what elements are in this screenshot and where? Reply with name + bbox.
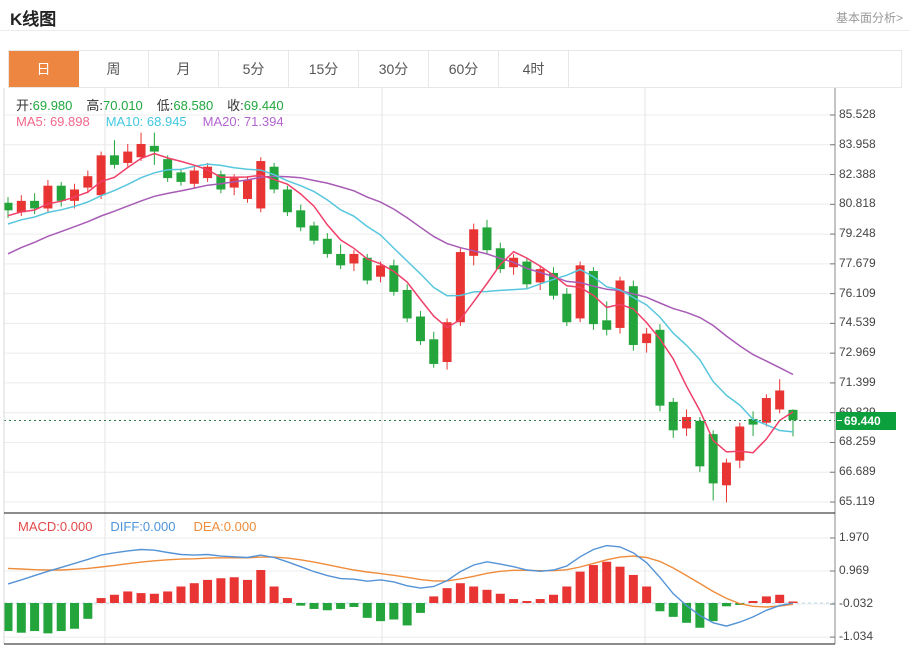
price-axis-label: 66.689 <box>839 464 876 478</box>
macd-axis-label: -1.034 <box>839 629 873 643</box>
price-axis-label: 72.969 <box>839 345 876 359</box>
price-axis-label: 77.679 <box>839 256 876 270</box>
diff-value: DIFF:0.000 <box>110 519 175 534</box>
price-axis-label: 83.958 <box>839 137 876 151</box>
macd-readout: MACD:0.000 DIFF:0.000 DEA:0.000 <box>18 519 256 534</box>
low-label: 低: <box>157 98 174 113</box>
open-value: 69.980 <box>33 98 73 113</box>
close-value: 69.440 <box>244 98 284 113</box>
price-axis-label: 68.259 <box>839 434 876 448</box>
ma20-readout: MA20: 71.394 <box>203 114 284 129</box>
high-label: 高: <box>86 98 103 113</box>
price-axis-label: 85.528 <box>839 107 876 121</box>
macd-axis-label: 1.970 <box>839 530 869 544</box>
price-axis-label: 76.109 <box>839 286 876 300</box>
price-axis-label: 74.539 <box>839 315 876 329</box>
dea-value: DEA:0.000 <box>193 519 256 534</box>
macd-axis-label: -0.032 <box>839 596 873 610</box>
price-axis-label: 80.818 <box>839 196 876 210</box>
ma-readout: MA5: 69.898 MA10: 68.945 MA20: 71.394 <box>16 114 284 129</box>
current-price-badge: 69.440 <box>836 412 896 430</box>
close-label: 收: <box>227 98 244 113</box>
ma10-readout: MA10: 68.945 <box>106 114 187 129</box>
macd-value: MACD:0.000 <box>18 519 92 534</box>
low-value: 68.580 <box>173 98 213 113</box>
ohlc-readout: 开:69.980 高:70.010 低:68.580 收:69.440 <box>16 95 298 114</box>
price-axis-label: 79.248 <box>839 226 876 240</box>
ma5-readout: MA5: 69.898 <box>16 114 90 129</box>
high-value: 70.010 <box>103 98 143 113</box>
price-axis-label: 82.388 <box>839 167 876 181</box>
open-label: 开: <box>16 98 33 113</box>
price-axis-label: 71.399 <box>839 375 876 389</box>
kline-page: K线图 基本面分析> 日周月5分15分30分60分4时 开:69.980高:70… <box>0 0 910 647</box>
macd-axis-label: 0.969 <box>839 563 869 577</box>
price-axis-label: 65.119 <box>839 494 875 508</box>
